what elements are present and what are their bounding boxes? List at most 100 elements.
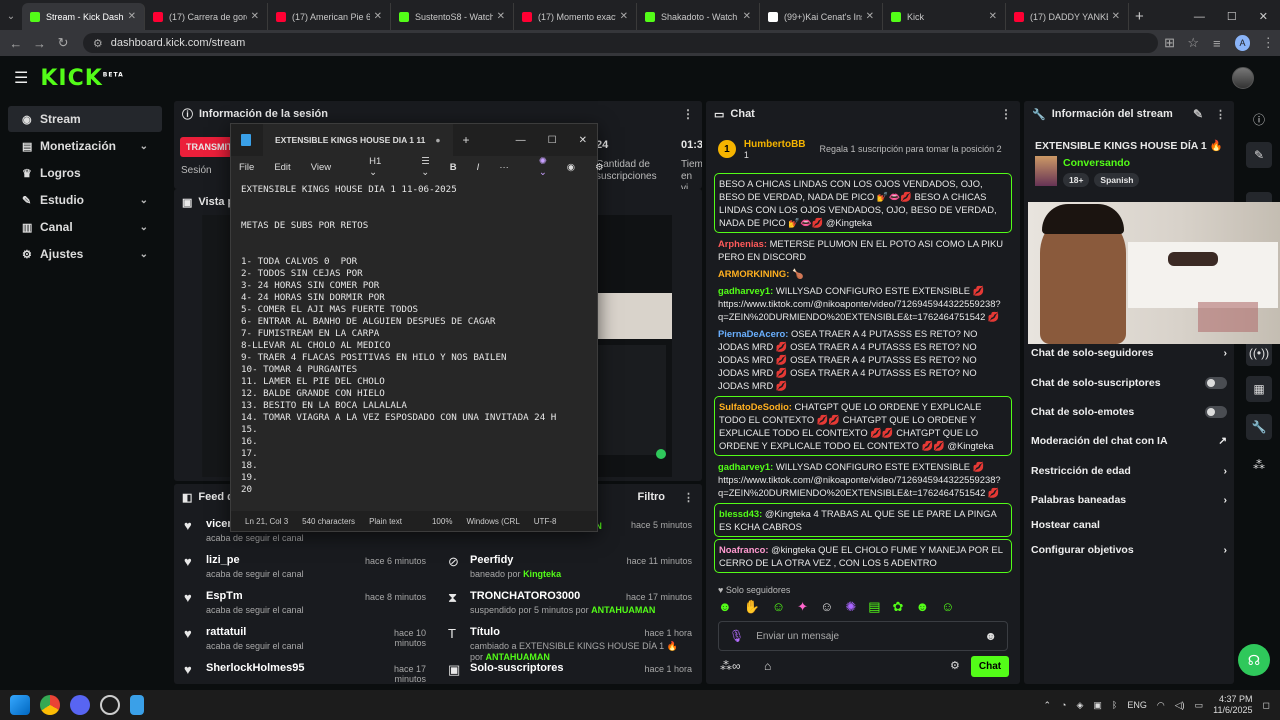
browser-tab[interactable]: (17) Momento exacto ✕: [514, 3, 637, 30]
discord-icon[interactable]: [70, 695, 90, 715]
sidebar-item[interactable]: ♛ Logros: [8, 160, 162, 186]
wrench-rail-icon[interactable]: 🔧: [1246, 414, 1272, 440]
reading-list-icon[interactable]: ≡: [1205, 36, 1229, 51]
site-info-icon[interactable]: ⚙: [93, 37, 103, 50]
chat-input[interactable]: 🎙 Enviar un mensaje ☻: [718, 621, 1008, 651]
kick-logo[interactable]: KICKBETA: [40, 66, 123, 91]
emote-icon[interactable]: ✋: [744, 599, 760, 615]
send-chat-button[interactable]: Chat: [971, 656, 1009, 677]
chevron-right-icon[interactable]: ›: [1224, 347, 1228, 359]
toggle-switch[interactable]: [1205, 377, 1227, 389]
back-icon[interactable]: ←: [4, 36, 28, 51]
clock[interactable]: 4:37 PM 11/6/2025: [1213, 694, 1252, 716]
close-tab-icon[interactable]: ✕: [374, 11, 382, 22]
toggle-switch[interactable]: [1205, 406, 1227, 418]
emote-icon[interactable]: ✦: [797, 599, 808, 615]
chat-message[interactable]: blessd43: @Kingteka 4 TRABAS AL QUE SE L…: [714, 503, 1012, 537]
chevron-down-icon[interactable]: ⌄: [140, 195, 148, 206]
gift-leaderboard[interactable]: 1 HumbertoBB 1 Regala 1 suscripción para…: [706, 127, 1020, 171]
store-icon[interactable]: ⌂: [764, 659, 771, 673]
chat-message[interactable]: ARMORKINING: 🍗: [706, 265, 1020, 282]
tray-app-icon[interactable]: ▣: [1093, 700, 1102, 711]
notepad-settings-icon[interactable]: ⚙: [595, 162, 604, 173]
chat-username[interactable]: ARMORKINING:: [718, 268, 789, 279]
feed-moderator[interactable]: ANTAHUAMAN: [486, 652, 550, 662]
tray-bluetooth-icon[interactable]: ᛒ: [1112, 700, 1117, 710]
chevron-down-icon[interactable]: ⌄: [140, 141, 148, 152]
chat-message[interactable]: PiernaDeAcero: OSEA TRAER A 4 PUTASSS ES…: [706, 325, 1020, 394]
reload-icon[interactable]: ↻: [51, 35, 75, 51]
chat-message[interactable]: Arphenias: METERSE PLUMON EN EL POTO ASI…: [706, 235, 1020, 265]
sidebar-item[interactable]: ▤ Monetización ⌄: [8, 133, 162, 159]
close-tab-icon[interactable]: ✕: [989, 11, 997, 22]
chevron-right-icon[interactable]: ›: [1224, 494, 1228, 506]
microphone-icon[interactable]: 🎙: [729, 629, 744, 643]
stream-option[interactable]: Configurar objetivos ›: [1031, 544, 1227, 556]
stream-info-menu-icon[interactable]: ⋮: [1215, 108, 1226, 121]
menu-view[interactable]: View: [311, 162, 331, 173]
url-field[interactable]: ⚙ dashboard.kick.com/stream: [82, 33, 1158, 53]
close-icon[interactable]: ✕: [579, 135, 587, 146]
close-tab-icon[interactable]: ✕: [620, 11, 628, 22]
chevron-down-icon[interactable]: ⌄: [140, 249, 148, 260]
notifications-icon[interactable]: ◻: [1263, 700, 1270, 711]
bookmark-star-icon[interactable]: ☆: [1181, 35, 1205, 51]
chat-message[interactable]: BESO A CHICAS LINDAS CON LOS OJOS VENDAD…: [714, 173, 1012, 233]
notepad-taskbar-icon[interactable]: [130, 695, 144, 715]
windows-start-icon[interactable]: [10, 695, 30, 715]
feed-moderator[interactable]: Kingteka: [523, 569, 561, 579]
menu-file[interactable]: File: [239, 162, 254, 173]
chat-username[interactable]: Noafranco:: [719, 544, 768, 555]
chrome-icon[interactable]: [40, 695, 60, 715]
feed-username[interactable]: EspTm: [206, 590, 304, 602]
browser-tab[interactable]: Kick ✕: [883, 3, 1006, 30]
feed-username[interactable]: rattatuil: [206, 626, 304, 638]
more-icon[interactable]: ···: [499, 162, 509, 173]
info-rail-icon[interactable]: ⓘ: [1246, 106, 1272, 132]
forward-icon[interactable]: →: [28, 36, 52, 51]
emote-icon[interactable]: ✿: [893, 599, 904, 615]
close-tab-icon[interactable]: ✕: [251, 11, 259, 22]
account-icon[interactable]: ◉: [567, 162, 575, 173]
chat-username[interactable]: gadharvey1:: [718, 461, 773, 472]
edit-rail-icon[interactable]: ✎: [1246, 142, 1272, 168]
points-icon[interactable]: ⁂∞: [720, 659, 741, 673]
sidebar-item[interactable]: ◉ Stream: [8, 106, 162, 132]
tag-chip[interactable]: 18+: [1063, 173, 1090, 187]
wifi-icon[interactable]: ◠: [1157, 700, 1165, 711]
support-headset-icon[interactable]: ☊: [1238, 644, 1270, 676]
new-tab-button[interactable]: +: [1135, 3, 1144, 30]
stream-option[interactable]: Restricción de edad ›: [1031, 465, 1227, 477]
chat-message[interactable]: gadharvey1: WILLYSAD CONFIGURO ESTE EXTE…: [706, 458, 1020, 501]
maximize-icon[interactable]: ☐: [1227, 10, 1237, 23]
italic-icon[interactable]: I: [477, 162, 480, 173]
close-tab-icon[interactable]: ✕: [743, 11, 751, 22]
chat-message[interactable]: Noafranco: @kingteka QUE EL CHOLO FUME Y…: [714, 539, 1012, 573]
language-indicator[interactable]: ENG: [1127, 700, 1147, 710]
minimize-icon[interactable]: —: [516, 135, 526, 146]
emote-icon[interactable]: ☺: [941, 599, 954, 615]
external-link-icon[interactable]: ↗: [1218, 435, 1227, 447]
hamburger-menu-icon[interactable]: ☰: [14, 68, 28, 88]
browser-tab[interactable]: Shakadoto - Watch c ✕: [637, 3, 760, 30]
notepad-tab[interactable]: EXTENSIBLE KINGS HOUSE DIA 1 11 ●: [263, 124, 453, 156]
close-tab-icon[interactable]: ✕: [128, 11, 136, 22]
close-tab-icon[interactable]: ✕: [497, 11, 505, 22]
close-icon[interactable]: ✕: [1259, 10, 1268, 23]
chat-menu-icon[interactable]: ⋮: [1000, 107, 1012, 121]
feed-moderator[interactable]: ANTAHUAMAN: [591, 605, 655, 615]
translate-icon[interactable]: ⊞: [1158, 35, 1182, 51]
browser-tab[interactable]: (17) American Pie 6 - ✕: [268, 3, 391, 30]
browser-tab[interactable]: (99+)Kai Cenat's Insa ✕: [760, 3, 883, 30]
user-avatar[interactable]: [1232, 67, 1254, 89]
notepad-text-area[interactable]: EXTENSIBLE KINGS HOUSE DIA 1 11-06-2025 …: [241, 184, 591, 496]
volume-icon[interactable]: ◁): [1175, 700, 1185, 711]
browser-tab[interactable]: (17) DADDY YANKEE ✕: [1006, 3, 1129, 30]
stream-option[interactable]: Chat de solo-suscriptores: [1031, 377, 1227, 389]
list-icon[interactable]: ☰ ⌄: [421, 156, 430, 178]
feed-username[interactable]: SherlockHolmes95: [206, 662, 304, 674]
tray-app-icon[interactable]: ◔: [1061, 700, 1066, 710]
chat-username[interactable]: gadharvey1:: [718, 285, 773, 296]
emote-icon[interactable]: ✺: [845, 599, 856, 615]
edit-pencil-icon[interactable]: ✎: [1193, 107, 1203, 121]
